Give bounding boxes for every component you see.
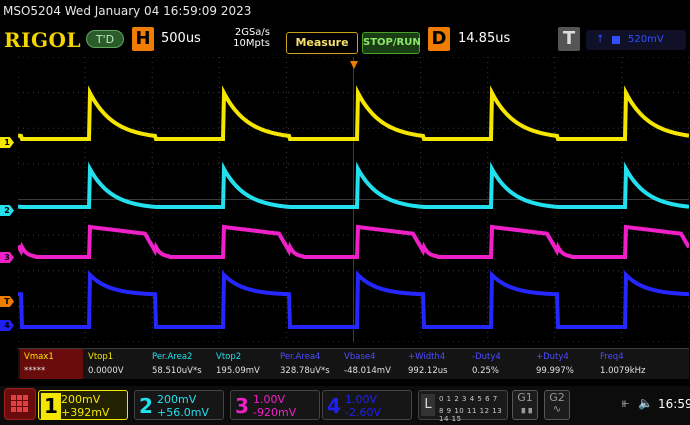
stop-run-button[interactable]: STOP/RUN	[362, 32, 421, 54]
top-toolbar: RIGOL T'D H 500us 2GSa/s 10Mpts Measure …	[0, 22, 690, 56]
pulse-wave-icon: ▗▗	[518, 404, 532, 414]
channel-marker-4[interactable]: 4	[0, 320, 14, 331]
channel-number: 4	[327, 394, 341, 418]
measurement-label: Vtop2	[216, 352, 242, 362]
measurement-3[interactable]: Vtop2 195.09mV	[212, 349, 275, 379]
measurement-value: 0.25%	[472, 366, 500, 376]
memory-depth: 10Mpts	[233, 38, 270, 49]
measurement-0[interactable]: Vmax1 *****	[20, 349, 83, 379]
logic-row-2: 8 9 10 11 12 13 14 15	[439, 407, 503, 423]
trigger-info[interactable]: ↑ 520mV	[586, 30, 686, 50]
clock: 16:59	[658, 397, 690, 411]
grid-icon	[11, 395, 29, 413]
waveform-display[interactable]	[18, 57, 689, 342]
title-bar: MSO5204 Wed January 04 16:59:09 2023	[0, 0, 690, 22]
channel-scale: 200mV	[61, 393, 101, 406]
channel-marker-1[interactable]: 1	[0, 137, 14, 148]
measurement-value: 0.0000V	[88, 366, 124, 376]
measurement-value: 58.510uV*s	[152, 366, 202, 376]
measurement-label: Freq4	[600, 352, 624, 362]
channel-1-box[interactable]: 1 200mV +392mV	[38, 390, 128, 420]
measurement-7[interactable]: -Duty4 0.25%	[468, 349, 531, 379]
channel-number: 1	[41, 393, 61, 419]
logic-channels-box[interactable]: L 0 1 2 3 4 5 6 7 8 9 10 11 12 13 14 15	[418, 390, 508, 423]
channel-3-box[interactable]: 3 1.00V -920mV	[230, 390, 320, 420]
measurement-value: 992.12us	[408, 366, 448, 376]
trigger-level: 520mV	[628, 34, 664, 45]
measurement-label: Per.Area2	[152, 352, 193, 362]
measurement-6[interactable]: +Width4 992.12us	[404, 349, 467, 379]
delay-badge[interactable]: D	[428, 27, 450, 51]
measurement-value: 195.09mV	[216, 366, 260, 376]
measurement-label: Vmax1	[24, 352, 54, 362]
measurement-value: 99.997%	[536, 366, 574, 376]
sample-rate-info: 2GSa/s 10Mpts	[228, 27, 270, 49]
channel-marker-2[interactable]: 2	[0, 205, 14, 216]
measurement-2[interactable]: Per.Area2 58.510uV*s	[148, 349, 211, 379]
measurement-label: Per.Area4	[280, 352, 321, 362]
generator-1-box[interactable]: G1 ▗▗	[512, 390, 538, 420]
rigol-logo: RIGOL	[4, 28, 82, 52]
bottom-bar: 1 200mV +392mV 2 200mV +56.0mV 3 1.00V -920mV 4 1.…	[0, 386, 690, 425]
trigger-position-marker[interactable]	[350, 61, 358, 69]
delay-value[interactable]: 14.85us	[458, 31, 510, 46]
horizontal-badge[interactable]: H	[132, 27, 154, 51]
measurement-label: +Duty4	[536, 352, 569, 362]
channel-2-box[interactable]: 2 200mV +56.0mV	[134, 390, 224, 420]
measurement-1[interactable]: Vtop1 0.0000V	[84, 349, 147, 379]
sample-rate: 2GSa/s	[234, 27, 270, 38]
measurement-5[interactable]: Vbase4 -48.014mV	[340, 349, 403, 379]
measurement-9[interactable]: Freq4 1.0079kHz	[596, 349, 659, 379]
trigger-status-badge[interactable]: T'D	[86, 30, 124, 48]
measurement-value: *****	[24, 366, 46, 376]
timebase-value[interactable]: 500us	[161, 31, 201, 46]
trigger-source-icon	[612, 36, 620, 44]
measurement-label: -Duty4	[472, 352, 501, 362]
measurement-label: Vbase4	[344, 352, 376, 362]
volume-icon[interactable]: 🔈	[638, 396, 653, 410]
title-text: MSO5204 Wed January 04 16:59:09 2023	[3, 4, 252, 18]
channel-marker-3[interactable]: 3	[0, 252, 14, 263]
measurement-value: -48.014mV	[344, 366, 391, 376]
logic-row-1: 0 1 2 3 4 5 6 7	[439, 395, 498, 403]
channel-offset: +56.0mV	[157, 406, 209, 419]
channel-offset: +392mV	[61, 406, 110, 419]
measurement-label: Vtop1	[88, 352, 114, 362]
channel-number: 3	[235, 394, 249, 418]
generator-2-label: G2	[549, 391, 565, 404]
generator-1-label: G1	[517, 391, 533, 404]
generator-2-box[interactable]: G2 ∿	[544, 390, 570, 420]
trigger-edge-icon: ↑	[596, 34, 605, 45]
measurement-value: 328.78uV*s	[280, 366, 330, 376]
measurement-bar: Vmax1 ***** Vtop1 0.0000V Per.Area2 58.510uV*…	[18, 348, 689, 379]
channel-4-box[interactable]: 4 1.00V -2.60V	[322, 390, 412, 420]
measurement-label: +Width4	[408, 352, 446, 362]
channel-number: 2	[139, 394, 153, 418]
channel-marker-T[interactable]: T	[0, 296, 14, 307]
measurement-value: 1.0079kHz	[600, 366, 646, 376]
home-menu-button[interactable]	[4, 388, 36, 420]
channel-scale: 1.00V	[253, 393, 286, 406]
channel-scale: 1.00V	[345, 393, 378, 406]
usb-icon: ⫦	[622, 396, 630, 411]
measurement-8[interactable]: +Duty4 99.997%	[532, 349, 595, 379]
logic-badge: L	[421, 394, 435, 416]
trigger-badge[interactable]: T	[558, 27, 580, 51]
channel-offset: -920mV	[253, 406, 297, 419]
sine-wave-icon: ∿	[552, 404, 562, 415]
channel-scale: 200mV	[157, 393, 197, 406]
channel-offset: -2.60V	[345, 406, 381, 419]
measurement-4[interactable]: Per.Area4 328.78uV*s	[276, 349, 339, 379]
measure-button[interactable]: Measure	[286, 32, 358, 54]
